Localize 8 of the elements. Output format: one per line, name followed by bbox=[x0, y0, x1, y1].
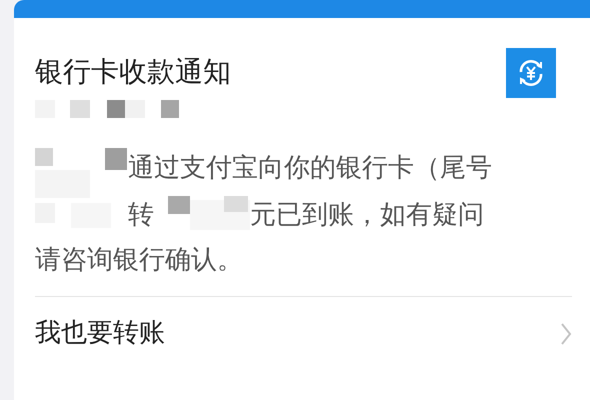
message-text: 元已到账，如有疑问 bbox=[250, 199, 484, 232]
message-text: 转 bbox=[128, 199, 154, 232]
yuan-exchange-icon bbox=[506, 48, 556, 98]
message-text: 通过支付宝向你的银行卡（尾号 bbox=[128, 152, 492, 185]
card-title: 银行卡收款通知 bbox=[35, 54, 231, 90]
chevron-right-icon bbox=[560, 322, 572, 346]
message-text: 请咨询银行确认。 bbox=[35, 244, 244, 277]
transfer-link[interactable]: 我也要转账 bbox=[35, 314, 165, 353]
